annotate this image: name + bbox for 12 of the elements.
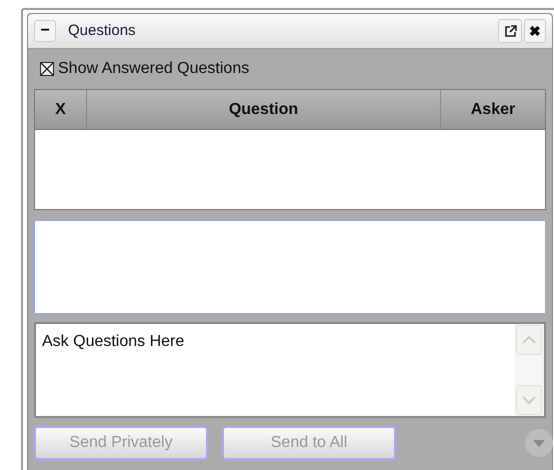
checkbox[interactable] — [40, 62, 54, 76]
dropdown-icon[interactable] — [524, 428, 554, 458]
column-header[interactable]: Asker — [441, 90, 545, 129]
checkbox-label: Show Answered Questions — [58, 59, 250, 79]
collapse-button[interactable]: − — [34, 20, 56, 42]
column-header[interactable]: X — [35, 90, 87, 129]
popout-icon — [504, 24, 516, 38]
ask-field[interactable]: Ask Questions Here — [34, 322, 546, 418]
close-button[interactable]: ✖ — [524, 19, 546, 43]
panel-title: Questions — [68, 20, 136, 41]
popout-button[interactable] — [498, 19, 522, 43]
column-header[interactable]: Question — [87, 90, 441, 129]
